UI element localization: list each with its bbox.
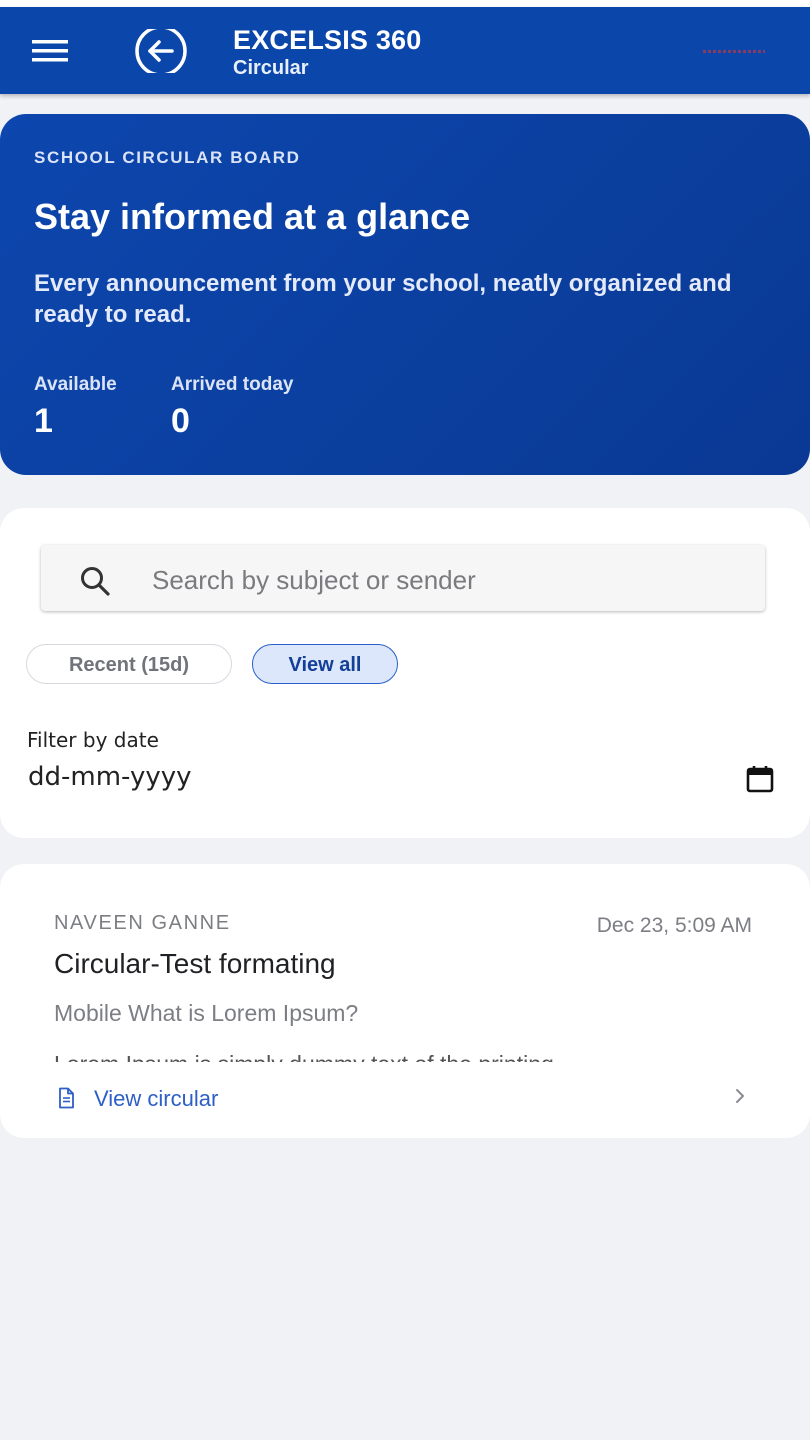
- circular-preview: Mobile What is Lorem Ipsum?: [54, 1000, 359, 1026]
- stat-label: Available: [34, 374, 117, 395]
- stat-value: 1: [34, 402, 53, 440]
- hero-title: Stay informed at a glance: [34, 196, 471, 237]
- app-title: EXCELSIS 360: [233, 25, 422, 55]
- calendar-icon[interactable]: [745, 764, 775, 794]
- app-bar: EXCELSIS 360 Circular: [0, 7, 810, 94]
- back-button[interactable]: [134, 25, 188, 77]
- page-subtitle: Circular: [233, 57, 309, 79]
- circular-clipped-line: Lorem Ipsum is simply dummy text of the …: [54, 1052, 744, 1062]
- menu-icon: [32, 40, 68, 62]
- profile-button[interactable]: [700, 45, 766, 69]
- view-circular-label: View circular: [94, 1086, 219, 1111]
- stat-arrived-today: Arrived today 0: [171, 374, 293, 441]
- stat-available: Available 1: [34, 374, 117, 441]
- circular-title: Circular-Test formating: [54, 948, 336, 979]
- circular-clipped-text: Lorem Ipsum is simply dummy text of the …: [54, 1052, 744, 1062]
- date-filter-label: Filter by date: [27, 728, 159, 752]
- hero-eyebrow: SCHOOL CIRCULAR BOARD: [34, 148, 301, 167]
- profile-indicator: [703, 50, 765, 53]
- stat-label: Arrived today: [171, 374, 294, 395]
- stat-value: 0: [171, 402, 190, 440]
- document-icon: [59, 1087, 74, 1109]
- circular-date: Dec 23, 5:09 AM: [596, 914, 752, 937]
- status-strip: [0, 0, 810, 7]
- chip-view-all[interactable]: View all: [252, 644, 398, 684]
- search-icon: [81, 567, 110, 596]
- search-input[interactable]: [150, 556, 744, 604]
- hero-description: Every announcement from your school, nea…: [34, 270, 732, 328]
- chip-recent[interactable]: Recent (15d): [26, 644, 232, 684]
- date-filter-input[interactable]: dd-mm-yyyy: [28, 762, 192, 792]
- circular-sender: NAVEEN GANNE: [54, 912, 231, 934]
- menu-button[interactable]: [26, 33, 74, 69]
- chevron-right-icon[interactable]: [728, 1084, 752, 1108]
- back-arrow-icon: [135, 25, 187, 77]
